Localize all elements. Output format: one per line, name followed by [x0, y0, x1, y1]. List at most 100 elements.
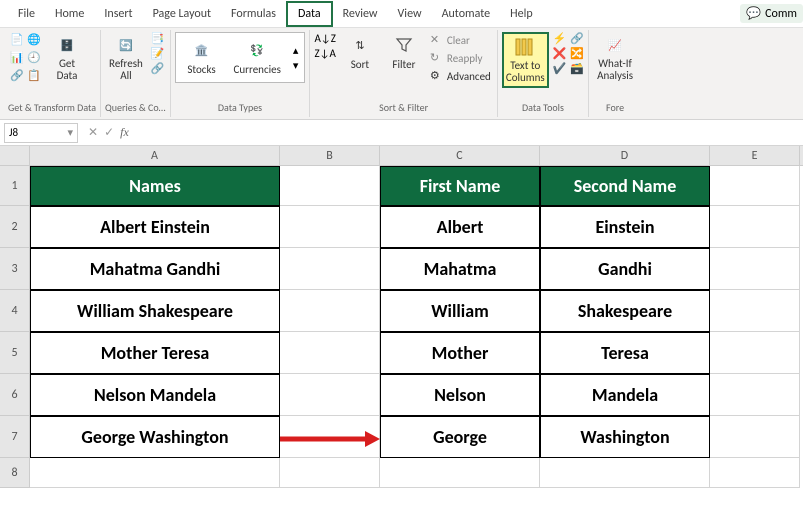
group-get-transform: 📄🌐 📊🕘 🔗📋 🗄️ Get Data Get & Transform Dat… — [4, 30, 101, 117]
cell-B4[interactable] — [280, 290, 380, 332]
refresh-all-button[interactable]: 🔄 Refresh All — [105, 32, 147, 84]
cell-A4[interactable]: William Shakespeare — [30, 290, 280, 332]
menu-page-layout[interactable]: Page Layout — [143, 3, 221, 25]
select-all-corner[interactable] — [0, 146, 30, 165]
connections-icon: 🔗 — [10, 69, 24, 83]
cell-D5[interactable]: Teresa — [540, 332, 710, 374]
reapply-button[interactable]: ↻Reapply — [428, 50, 493, 66]
cell-B5[interactable] — [280, 332, 380, 374]
cell-B2[interactable] — [280, 206, 380, 248]
cell-A1[interactable]: Names — [30, 166, 280, 206]
cell-E7[interactable] — [710, 416, 800, 458]
cell-C4[interactable]: William — [380, 290, 540, 332]
cell-A2[interactable]: Albert Einstein — [30, 206, 280, 248]
cell-C8[interactable] — [380, 458, 540, 488]
menu-home[interactable]: Home — [45, 3, 94, 25]
formula-bar: J8 ▾ ✕ ✓ fx — [0, 120, 803, 146]
row-header-7[interactable]: 7 — [0, 416, 30, 458]
cell-C7[interactable]: George — [380, 416, 540, 458]
cancel-formula-icon[interactable]: ✕ — [88, 125, 98, 140]
row-header-8[interactable]: 8 — [0, 458, 30, 488]
flash-fill-icon: ⚡ — [553, 32, 567, 45]
cell-C1[interactable]: First Name — [380, 166, 540, 206]
col-header-A[interactable]: A — [30, 146, 280, 165]
get-data-button[interactable]: 🗄️ Get Data — [47, 32, 87, 84]
row-header-4[interactable]: 4 — [0, 290, 30, 332]
cell-C2[interactable]: Albert — [380, 206, 540, 248]
cell-A7[interactable]: George Washington — [30, 416, 280, 458]
col-header-D[interactable]: D — [540, 146, 710, 165]
cell-B1[interactable] — [280, 166, 380, 206]
fx-icon[interactable]: fx — [120, 125, 129, 140]
group-label-forecast: Fore — [593, 100, 637, 115]
row-header-2[interactable]: 2 — [0, 206, 30, 248]
filter-button[interactable]: Filter — [384, 32, 424, 73]
cell-D4[interactable]: Shakespeare — [540, 290, 710, 332]
cell-C5[interactable]: Mother — [380, 332, 540, 374]
text-to-columns-label: Text to Columns — [506, 60, 545, 84]
enter-formula-icon[interactable]: ✓ — [104, 125, 114, 140]
cell-E3[interactable] — [710, 248, 800, 290]
menu-help[interactable]: Help — [500, 3, 543, 25]
data-types-scroll[interactable]: ▴ ▾ — [293, 44, 299, 72]
comments-button[interactable]: 💬 Comm — [740, 4, 803, 23]
col-header-B[interactable]: B — [280, 146, 380, 165]
menu-file[interactable]: File — [8, 3, 45, 25]
cell-E5[interactable] — [710, 332, 800, 374]
cell-D2[interactable]: Einstein — [540, 206, 710, 248]
cell-A8[interactable] — [30, 458, 280, 488]
cell-A3[interactable]: Mahatma Gandhi — [30, 248, 280, 290]
what-if-button[interactable]: 📈 What-If Analysis — [593, 32, 637, 84]
cell-E1[interactable] — [710, 166, 800, 206]
currencies-button[interactable]: 💱 Currencies — [230, 37, 285, 78]
data-tools-icons-2[interactable]: 🔗 🔀 🗃️ — [570, 32, 584, 75]
name-box-dropdown-icon: ▾ — [67, 126, 73, 139]
clear-button[interactable]: ✕Clear — [428, 32, 493, 48]
cell-C3[interactable]: Mahatma — [380, 248, 540, 290]
text-to-columns-button[interactable]: Text to Columns — [502, 32, 549, 88]
cell-E8[interactable] — [710, 458, 800, 488]
cell-C6[interactable]: Nelson — [380, 374, 540, 416]
menu-view[interactable]: View — [388, 3, 432, 25]
menu-insert[interactable]: Insert — [94, 3, 142, 25]
advanced-button[interactable]: ⚙Advanced — [428, 68, 493, 84]
cell-B6[interactable] — [280, 374, 380, 416]
data-tools-icons-1[interactable]: ⚡ ❌ ✔️ — [553, 32, 567, 75]
menu-data[interactable]: Data — [286, 1, 333, 27]
menu-review[interactable]: Review — [333, 3, 388, 25]
cell-E4[interactable] — [710, 290, 800, 332]
sort-button[interactable]: ⇅ Sort — [340, 32, 380, 73]
cell-D3[interactable]: Gandhi — [540, 248, 710, 290]
row-header-1[interactable]: 1 — [0, 166, 30, 206]
text-to-columns-icon — [514, 36, 536, 58]
group-label-data-types: Data Types — [175, 100, 306, 115]
group-data-tools: Text to Columns ⚡ ❌ ✔️ 🔗 🔀 🗃️ Data Tools — [498, 30, 589, 117]
sort-az-buttons[interactable]: A↓Z Z↓A — [314, 32, 335, 60]
row-header-6[interactable]: 6 — [0, 374, 30, 416]
col-header-C[interactable]: C — [380, 146, 540, 165]
name-box[interactable]: J8 ▾ — [4, 123, 78, 143]
cell-A6[interactable]: Nelson Mandela — [30, 374, 280, 416]
cell-D1[interactable]: Second Name — [540, 166, 710, 206]
ribbon: 📄🌐 📊🕘 🔗📋 🗄️ Get Data Get & Transform Dat… — [0, 28, 803, 120]
cell-B7[interactable] — [280, 416, 380, 458]
row-header-5[interactable]: 5 — [0, 332, 30, 374]
misc-data-icons[interactable]: 📄🌐 📊🕘 🔗📋 — [8, 32, 43, 84]
cell-D6[interactable]: Mandela — [540, 374, 710, 416]
from-web-icon: 🌐 — [27, 33, 41, 47]
cell-A5[interactable]: Mother Teresa — [30, 332, 280, 374]
query-icons[interactable]: 📑 📝 🔗 — [151, 32, 165, 75]
cell-B8[interactable] — [280, 458, 380, 488]
stocks-button[interactable]: 🏛️ Stocks — [182, 37, 222, 78]
col-header-E[interactable]: E — [710, 146, 800, 165]
formula-input[interactable] — [135, 123, 803, 143]
cell-D8[interactable] — [540, 458, 710, 488]
cell-E2[interactable] — [710, 206, 800, 248]
menu-automate[interactable]: Automate — [432, 3, 501, 25]
cell-B3[interactable] — [280, 248, 380, 290]
menu-formulas[interactable]: Formulas — [221, 3, 286, 25]
group-label-data-tools: Data Tools — [502, 100, 584, 115]
cell-D7[interactable]: Washington — [540, 416, 710, 458]
row-header-3[interactable]: 3 — [0, 248, 30, 290]
cell-E6[interactable] — [710, 374, 800, 416]
